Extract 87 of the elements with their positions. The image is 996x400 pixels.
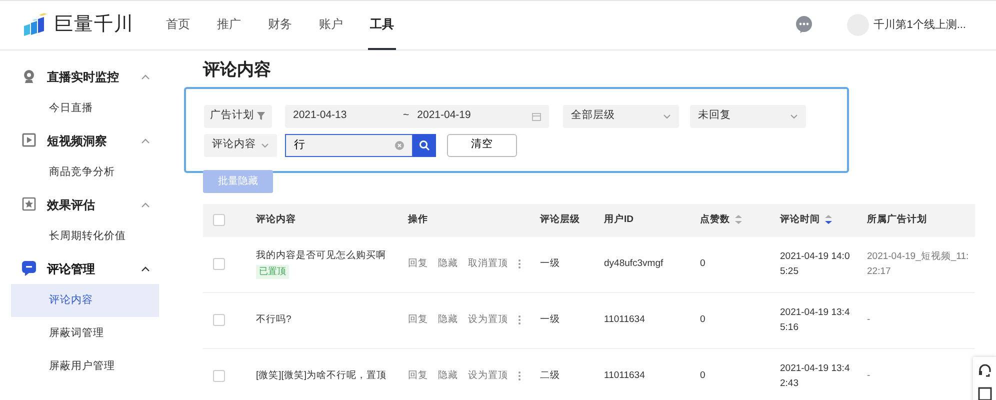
- action-link[interactable]: 隐藏: [438, 256, 458, 272]
- menu-group-label[interactable]: 直播实时监控: [47, 68, 127, 86]
- logo-icon: [22, 12, 48, 38]
- level-select[interactable]: 全部层级: [563, 104, 679, 128]
- sidebar-item[interactable]: 屏蔽词管理: [11, 317, 159, 350]
- checkbox[interactable]: [213, 214, 225, 226]
- plan-filter-button[interactable]: 广告计划: [204, 104, 272, 128]
- page-title: 评论内容: [203, 59, 272, 81]
- column-header: 所属广告计划: [867, 214, 927, 225]
- action-link[interactable]: 回复: [408, 256, 428, 272]
- date-start: 2021-04-13: [293, 108, 348, 124]
- date-separator: ~: [403, 108, 410, 124]
- chevron-icon: [790, 114, 798, 118]
- column-header: 评论内容: [256, 214, 296, 225]
- sidebar-item[interactable]: 评论内容: [11, 284, 159, 317]
- chevron-icon: [663, 114, 671, 118]
- column-header: 评论时间: [780, 214, 820, 225]
- sidebar-item[interactable]: 今日直播: [11, 92, 159, 125]
- calendar-icon: [532, 112, 541, 120]
- action-link[interactable]: 回复: [408, 312, 428, 328]
- action-link[interactable]: 隐藏: [438, 312, 458, 328]
- sort-icon[interactable]: [825, 214, 832, 224]
- filter-icon: [257, 112, 265, 120]
- action-link[interactable]: 设为置顶: [468, 312, 508, 328]
- sidebar-item[interactable]: 商品竞争分析: [11, 156, 159, 189]
- comment-icon: [22, 261, 36, 276]
- table-cell-text: 2021-04-19 13:45:16: [780, 306, 851, 335]
- table-cell-text: 0: [700, 256, 706, 271]
- comment-text: 我的内容是否可见怎么购买啊: [256, 248, 387, 263]
- date-range-field[interactable]: 2021-04-13 ~ 2021-04-19: [285, 104, 549, 128]
- nav-tab[interactable]: 推广: [215, 0, 243, 50]
- table-cell-text: 二级: [540, 368, 561, 383]
- field-select[interactable]: 评论内容: [204, 134, 277, 156]
- reply-status-select[interactable]: 未回复: [690, 104, 806, 128]
- table-cell-text: 11011634: [604, 368, 646, 383]
- action-link[interactable]: 隐藏: [438, 368, 458, 384]
- headset-icon[interactable]: [978, 363, 992, 377]
- table-cell-text: 11011634: [604, 312, 646, 327]
- action-link[interactable]: 取消置顶: [468, 256, 508, 272]
- table-cell-text: dy48ufc3vmgf: [604, 256, 664, 271]
- more-icon[interactable]: [518, 371, 521, 381]
- table-cell-text: 0: [700, 312, 706, 327]
- nav-tab[interactable]: 财务: [266, 0, 294, 50]
- play-icon: [22, 133, 36, 148]
- more-icon[interactable]: [518, 315, 521, 325]
- text-input[interactable]: 行: [294, 136, 384, 154]
- table-cell-text: -: [867, 313, 872, 328]
- search-field[interactable]: 行: [285, 134, 413, 156]
- chevron-icon: [261, 142, 269, 148]
- logo-text: 巨量千川: [54, 12, 134, 37]
- menu-group-label[interactable]: 效果评估: [47, 196, 127, 214]
- comment-text: 不行吗?: [256, 312, 292, 327]
- table-cell-text: 一级: [540, 256, 561, 271]
- action-link[interactable]: 回复: [408, 368, 428, 384]
- checkbox[interactable]: [213, 314, 225, 326]
- table-cell-text: 一级: [540, 312, 561, 327]
- sidebar-item[interactable]: 屏蔽用户管理: [11, 350, 159, 383]
- clear-icon[interactable]: [395, 140, 404, 150]
- checkbox[interactable]: [213, 258, 225, 270]
- message-icon[interactable]: [796, 16, 812, 34]
- comment-text: [微笑][微笑]为啥不行呢，置顶: [256, 368, 388, 383]
- table-cell-text: -: [867, 369, 872, 384]
- sidebar-item[interactable]: 长周期转化价值: [11, 220, 159, 253]
- date-end: 2021-04-19: [417, 108, 472, 124]
- search-icon: [419, 140, 430, 150]
- webcam-icon: [22, 69, 36, 84]
- clear-button[interactable]: 清空: [447, 134, 517, 156]
- nav-tab[interactable]: 账户: [317, 0, 345, 50]
- column-header: 操作: [408, 214, 428, 225]
- column-header: 点赞数: [700, 214, 730, 225]
- column-header: 用户ID: [604, 214, 634, 225]
- checkbox[interactable]: [213, 370, 225, 382]
- nav-tab[interactable]: 工具: [368, 0, 396, 50]
- user-name[interactable]: 千川第1个线上测...: [874, 16, 966, 34]
- menu-group-label[interactable]: 短视频洞察: [47, 132, 127, 150]
- caret-icon[interactable]: [141, 266, 150, 272]
- more-icon[interactable]: [518, 259, 521, 269]
- pinned-tag: 已置顶: [256, 265, 289, 278]
- column-header: 评论层级: [540, 214, 580, 225]
- table-cell-text: 2021-04-19 13:42:43: [780, 362, 851, 391]
- table-cell-text: 2021-04-19_短视频_11:22:17: [867, 250, 970, 279]
- search-button[interactable]: [413, 134, 436, 156]
- action-link[interactable]: 设为置顶: [468, 368, 508, 384]
- table-cell-text: 2021-04-19 14:05:25: [780, 250, 851, 279]
- menu-group-label[interactable]: 评论管理: [47, 260, 127, 278]
- nav-tab[interactable]: 首页: [164, 0, 192, 50]
- table-cell-text: 0: [700, 368, 706, 383]
